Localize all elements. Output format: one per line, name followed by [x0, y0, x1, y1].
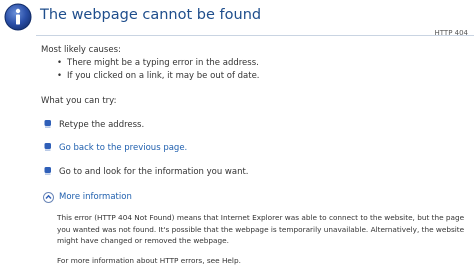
- info-icon: [4, 3, 32, 31]
- more-info-link[interactable]: More information: [59, 191, 132, 204]
- go-back-link[interactable]: Go back to the previous page.: [59, 142, 187, 155]
- page-header: The webpage cannot be found: [0, 0, 474, 36]
- blue-bullet-icon: [44, 167, 51, 175]
- error-detail-text: This error (HTTP 404 Not Found) means th…: [57, 213, 465, 245]
- retype-text: Retype the address.: [59, 120, 145, 130]
- cause-item: There might be a typing error in the add…: [57, 57, 260, 70]
- page-title: The webpage cannot be found: [40, 7, 262, 23]
- expand-arrow-icon[interactable]: [43, 192, 54, 203]
- causes-list: There might be a typing error in the add…: [57, 57, 260, 83]
- help-text: For more information about HTTP errors, …: [57, 256, 241, 265]
- blue-bullet-icon: [44, 143, 51, 151]
- error-page: The webpage cannot be found HTTP 404 Mos…: [0, 0, 474, 275]
- causes-heading: Most likely causes:: [41, 45, 121, 55]
- go-to-text: Go to and look for the information you w…: [59, 167, 249, 177]
- blue-bullet-icon: [44, 120, 51, 128]
- header-divider: [36, 35, 474, 36]
- status-code: HTTP 404: [434, 29, 469, 37]
- actions-heading: What you can try:: [41, 96, 117, 106]
- cause-item: If you clicked on a link, it may be out …: [57, 70, 260, 83]
